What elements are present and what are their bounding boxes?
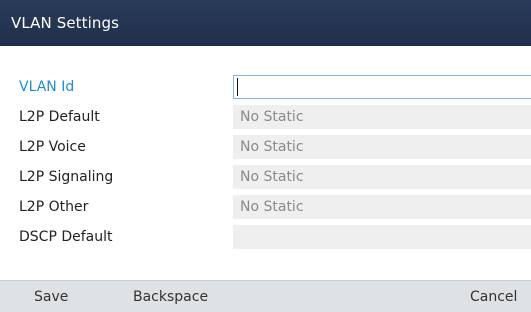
l2p-voice-field[interactable]: No Static	[233, 135, 531, 159]
text-cursor	[237, 77, 238, 96]
l2p-default-row[interactable]: L2P Default No Static	[0, 104, 531, 134]
l2p-other-label: L2P Other	[19, 199, 89, 215]
vlan-id-input[interactable]	[233, 75, 531, 99]
l2p-other-row[interactable]: L2P Other No Static	[0, 194, 531, 224]
l2p-signaling-label: L2P Signaling	[19, 169, 114, 185]
l2p-voice-row[interactable]: L2P Voice No Static	[0, 134, 531, 164]
l2p-signaling-field[interactable]: No Static	[233, 165, 531, 189]
page-title: VLAN Settings	[11, 14, 120, 32]
dscp-default-row[interactable]: DSCP Default	[0, 224, 531, 254]
phone-screen: VLAN Settings VLAN Id L2P Default No Sta…	[0, 0, 531, 312]
l2p-default-label: L2P Default	[19, 109, 100, 125]
cancel-softkey[interactable]: Cancel	[470, 289, 517, 305]
softkey-bar: Save Backspace Cancel	[0, 280, 531, 312]
save-softkey[interactable]: Save	[34, 289, 68, 305]
title-bar: VLAN Settings	[0, 0, 531, 46]
dscp-default-label: DSCP Default	[19, 229, 113, 245]
l2p-signaling-row[interactable]: L2P Signaling No Static	[0, 164, 531, 194]
l2p-voice-label: L2P Voice	[19, 139, 86, 155]
vlan-id-label: VLAN Id	[19, 79, 75, 95]
backspace-softkey[interactable]: Backspace	[133, 289, 208, 305]
l2p-other-field[interactable]: No Static	[233, 195, 531, 219]
dscp-default-field[interactable]	[233, 225, 531, 249]
vlan-settings-form: VLAN Id L2P Default No Static L2P Voice …	[0, 74, 531, 254]
vlan-id-row[interactable]: VLAN Id	[0, 74, 531, 104]
l2p-default-field[interactable]: No Static	[233, 105, 531, 129]
